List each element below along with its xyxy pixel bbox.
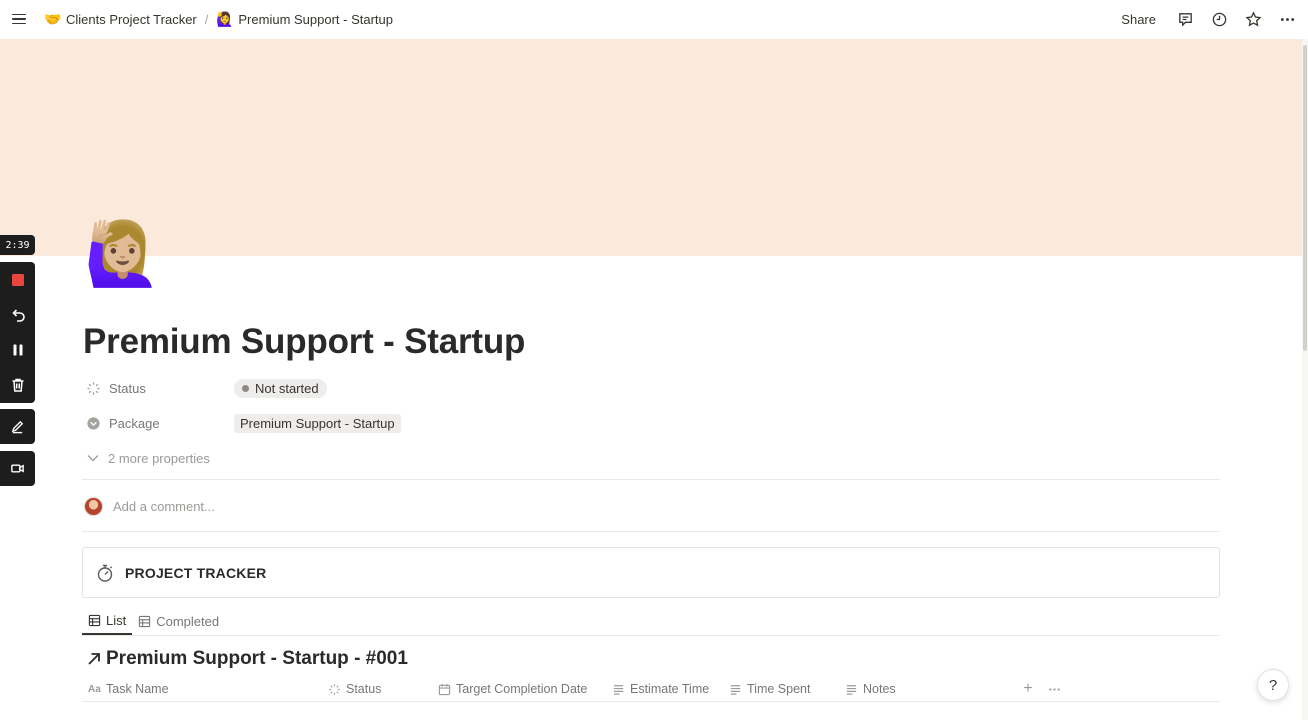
- view-tabs: List Completed: [82, 608, 1220, 636]
- recording-timer: 2:39: [0, 235, 35, 255]
- page-cover: [0, 39, 1302, 256]
- text-icon: [730, 684, 741, 695]
- more-properties-label: 2 more properties: [108, 450, 210, 466]
- column-header-notes[interactable]: Notes: [845, 676, 896, 702]
- aa-icon: Aa: [88, 683, 101, 695]
- raising-hand-icon: 🙋‍♀️: [216, 10, 234, 27]
- package-tag[interactable]: Premium Support - Startup: [234, 413, 401, 433]
- text-icon: [846, 684, 857, 695]
- callout-project-tracker[interactable]: PROJECT TRACKER: [82, 547, 1220, 598]
- column-label: Task Name: [106, 682, 169, 696]
- breadcrumb-separator: /: [204, 11, 209, 27]
- column-header-task-name[interactable]: Aa Task Name: [88, 676, 169, 702]
- status-label: Status: [109, 380, 146, 396]
- tab-list[interactable]: List: [82, 607, 133, 635]
- status-dot: [242, 384, 249, 392]
- handshake-icon: 🤝: [44, 10, 62, 27]
- page-title[interactable]: Premium Support - Startup: [83, 322, 525, 362]
- column-label: Notes: [863, 682, 896, 696]
- trash-icon: [12, 378, 23, 392]
- more-icon[interactable]: [1276, 8, 1298, 30]
- status-icon: [329, 683, 340, 695]
- column-header-time-spent[interactable]: Time Spent: [729, 676, 810, 702]
- table-header: Aa Task Name Status Target Completion Da…: [82, 676, 1220, 702]
- column-header-status[interactable]: Status: [328, 676, 381, 702]
- breadcrumb-label: Premium Support - Startup: [238, 11, 394, 27]
- breadcrumb-label: Clients Project Tracker: [66, 11, 197, 27]
- status-icon: [87, 381, 100, 395]
- divider: [82, 479, 1220, 480]
- calendar-icon: [438, 683, 451, 695]
- video-camera-icon: [11, 464, 24, 473]
- column-more-icon[interactable]: [1044, 679, 1064, 699]
- breadcrumb: 🤝 Clients Project Tracker / 🙋‍♀️ Premium…: [40, 0, 397, 38]
- column-label: Status: [346, 682, 382, 696]
- property-label-status[interactable]: Status: [86, 381, 234, 396]
- breadcrumb-item-premium-support[interactable]: 🙋‍♀️ Premium Support - Startup: [212, 9, 397, 30]
- column-label: Estimate Time: [630, 682, 710, 696]
- divider: [82, 531, 1220, 532]
- property-package: Package Premium Support - Startup: [86, 410, 686, 436]
- top-actions: Share: [1115, 0, 1298, 38]
- comment-row: [84, 495, 413, 517]
- table-icon: [88, 614, 101, 626]
- share-button[interactable]: Share: [1115, 9, 1162, 30]
- chevron-down-icon: [87, 455, 99, 462]
- linked-database-title[interactable]: Premium Support - Startup - #001: [86, 647, 408, 671]
- pause-button[interactable]: [0, 332, 35, 367]
- stopwatch-icon: [97, 564, 113, 582]
- column-label: Time Spent: [747, 682, 811, 696]
- add-column-button[interactable]: +: [1018, 679, 1038, 699]
- comment-icon[interactable]: [1174, 8, 1196, 30]
- stop-recording-button[interactable]: [0, 262, 35, 297]
- pause-icon: [13, 344, 22, 355]
- select-icon: [87, 416, 100, 430]
- undo-button[interactable]: [0, 297, 35, 332]
- recorder-controls: [0, 262, 35, 403]
- package-label: Package: [109, 415, 160, 431]
- database-title-text: Premium Support - Startup - #001: [106, 648, 408, 669]
- camera-button[interactable]: [0, 451, 35, 486]
- more-properties-toggle[interactable]: 2 more properties: [86, 448, 210, 468]
- tab-label: List: [106, 612, 127, 628]
- stop-icon: [11, 273, 24, 286]
- undo-icon: [11, 308, 25, 322]
- avatar: [84, 496, 103, 516]
- table-icon: [139, 615, 151, 627]
- help-button[interactable]: ?: [1257, 669, 1289, 701]
- breadcrumb-item-clients-project-tracker[interactable]: 🤝 Clients Project Tracker: [40, 9, 201, 30]
- column-label: Target Completion Date: [456, 682, 588, 696]
- column-header-estimate-time[interactable]: Estimate Time: [612, 676, 709, 702]
- menu-icon[interactable]: [10, 9, 30, 29]
- property-status: Status Not started: [86, 375, 686, 401]
- arrow-up-right-icon: [88, 653, 100, 665]
- topbar: 🤝 Clients Project Tracker / 🙋‍♀️ Premium…: [0, 0, 1308, 38]
- pen-icon: [11, 420, 24, 434]
- text-icon: [613, 684, 624, 695]
- callout-text: PROJECT TRACKER: [125, 564, 267, 581]
- status-value: Not started: [255, 380, 319, 396]
- scrollbar-thumb[interactable]: [1303, 45, 1307, 351]
- tab-completed[interactable]: Completed: [132, 607, 225, 635]
- column-header-target-completion-date[interactable]: Target Completion Date: [438, 676, 587, 702]
- draw-button[interactable]: [0, 409, 35, 444]
- scrollbar[interactable]: [1302, 39, 1308, 720]
- star-icon[interactable]: [1242, 8, 1264, 30]
- status-badge[interactable]: Not started: [234, 378, 327, 398]
- clock-icon[interactable]: [1208, 8, 1230, 30]
- property-label-package[interactable]: Package: [86, 416, 234, 431]
- delete-recording-button[interactable]: [0, 367, 35, 402]
- comment-input[interactable]: [113, 498, 413, 514]
- page-icon-raising-hand[interactable]: 🙋🏼‍♀️: [84, 216, 161, 294]
- tab-label: Completed: [156, 613, 220, 629]
